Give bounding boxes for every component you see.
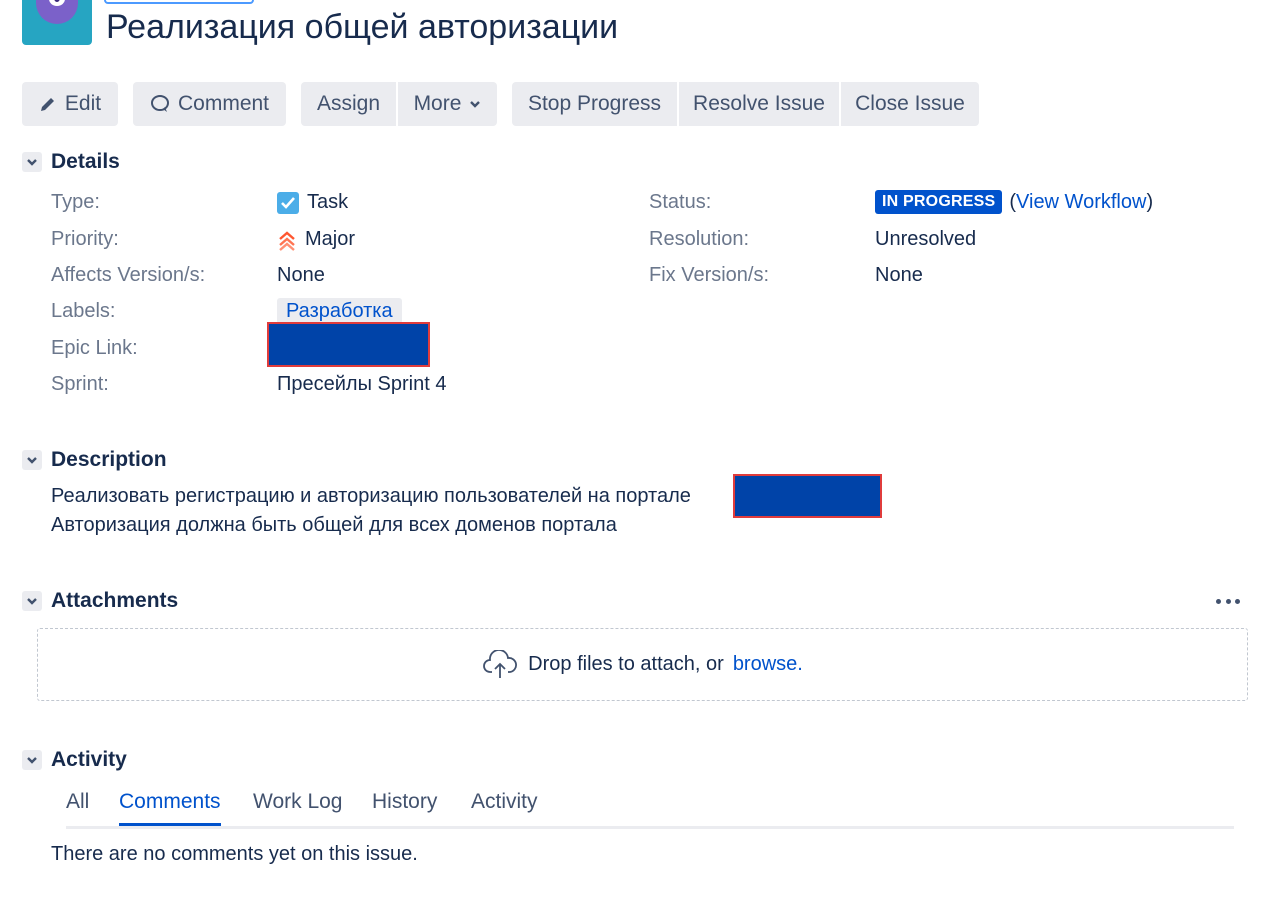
fix-version-value: None <box>875 264 923 286</box>
pencil-icon <box>39 95 57 113</box>
more-button[interactable]: More <box>398 82 497 126</box>
activity-tabs: All Comments Work Log History Activity <box>66 790 1234 829</box>
tab-comments[interactable]: Comments <box>119 790 221 826</box>
fix-version-label: Fix Version/s: <box>649 264 770 286</box>
epic-link-redacted[interactable] <box>267 322 430 367</box>
description-line-1: Реализовать регистрацию и авторизацию по… <box>51 485 691 507</box>
status-label: Status: <box>649 191 712 213</box>
type-label: Type: <box>51 191 100 213</box>
close-issue-label: Close Issue <box>855 92 965 115</box>
status-badge: IN PROGRESS <box>875 190 1003 214</box>
cloud-upload-icon <box>482 649 518 680</box>
page-title: Реализация общей авторизации <box>106 8 619 46</box>
priority-value: Major <box>277 228 355 251</box>
stop-progress-button[interactable]: Stop Progress <box>512 82 677 126</box>
more-button-label: More <box>413 92 462 115</box>
resolve-issue-label: Resolve Issue <box>693 92 825 115</box>
chevron-down-icon <box>22 152 42 172</box>
comment-button[interactable]: Comment <box>133 82 286 126</box>
chevron-down-icon <box>22 450 42 470</box>
type-value-text: Task <box>307 191 349 213</box>
assign-button[interactable]: Assign <box>301 82 396 126</box>
tab-all[interactable]: All <box>66 790 89 826</box>
activity-heading: Activity <box>51 748 127 771</box>
assign-button-label: Assign <box>316 92 381 115</box>
project-avatar[interactable] <box>22 0 92 45</box>
label-chip[interactable]: Разработка <box>277 298 402 324</box>
double-chevron-up-icon <box>277 229 297 251</box>
resolution-label: Resolution: <box>649 228 750 250</box>
attachment-dropzone[interactable]: Drop files to attach, or browse. <box>37 628 1248 701</box>
comment-button-label: Comment <box>177 92 270 115</box>
attachments-heading: Attachments <box>51 589 179 612</box>
details-section-toggle[interactable]: Details <box>22 150 120 174</box>
chevron-down-icon <box>469 100 481 108</box>
affects-version-label: Affects Version/s: <box>51 264 206 286</box>
description-redacted <box>733 474 882 518</box>
chevron-down-icon <box>22 750 42 770</box>
speech-bubble-icon <box>150 94 170 114</box>
resolve-issue-button[interactable]: Resolve Issue <box>679 82 839 126</box>
epic-link-label: Epic Link: <box>51 337 138 359</box>
no-comments-message: There are no comments yet on this issue. <box>51 843 418 865</box>
open-paren: ( <box>1009 190 1017 213</box>
edit-button[interactable]: Edit <box>22 82 118 126</box>
priority-label: Priority: <box>51 228 119 250</box>
description-section-toggle[interactable]: Description <box>22 448 167 472</box>
chevron-down-icon <box>22 591 42 611</box>
affects-version-value: None <box>277 264 325 286</box>
ellipsis-icon[interactable] <box>1216 593 1240 609</box>
close-issue-button[interactable]: Close Issue <box>841 82 979 126</box>
description-heading: Description <box>51 448 167 471</box>
resolution-value: Unresolved <box>875 228 977 250</box>
tab-activity[interactable]: Activity <box>471 790 538 826</box>
edit-button-label: Edit <box>64 92 102 115</box>
description-line-2: Авторизация должна быть общей для всех д… <box>51 514 617 536</box>
checkbox-task-icon <box>277 191 299 214</box>
close-paren: ) <box>1146 190 1154 213</box>
labels-label: Labels: <box>51 300 116 322</box>
sprint-label: Sprint: <box>51 373 109 395</box>
tab-work-log[interactable]: Work Log <box>253 790 343 826</box>
type-value: Task <box>277 191 348 214</box>
priority-value-text: Major <box>305 228 356 250</box>
view-workflow-link[interactable]: View Workflow <box>1016 191 1146 214</box>
browse-link[interactable]: browse. <box>733 653 803 676</box>
tab-history[interactable]: History <box>372 790 437 826</box>
attachments-section-toggle[interactable]: Attachments <box>22 589 178 613</box>
activity-section-toggle[interactable]: Activity <box>22 748 127 772</box>
stop-progress-label: Stop Progress <box>527 92 662 115</box>
status-value: IN PROGRESS (View Workflow) <box>875 190 1153 214</box>
details-heading: Details <box>51 150 120 173</box>
drop-files-text: Drop files to attach, or <box>528 653 724 675</box>
breadcrumb[interactable] <box>104 0 254 4</box>
sprint-value[interactable]: Пресейлы Sprint 4 <box>277 373 446 396</box>
